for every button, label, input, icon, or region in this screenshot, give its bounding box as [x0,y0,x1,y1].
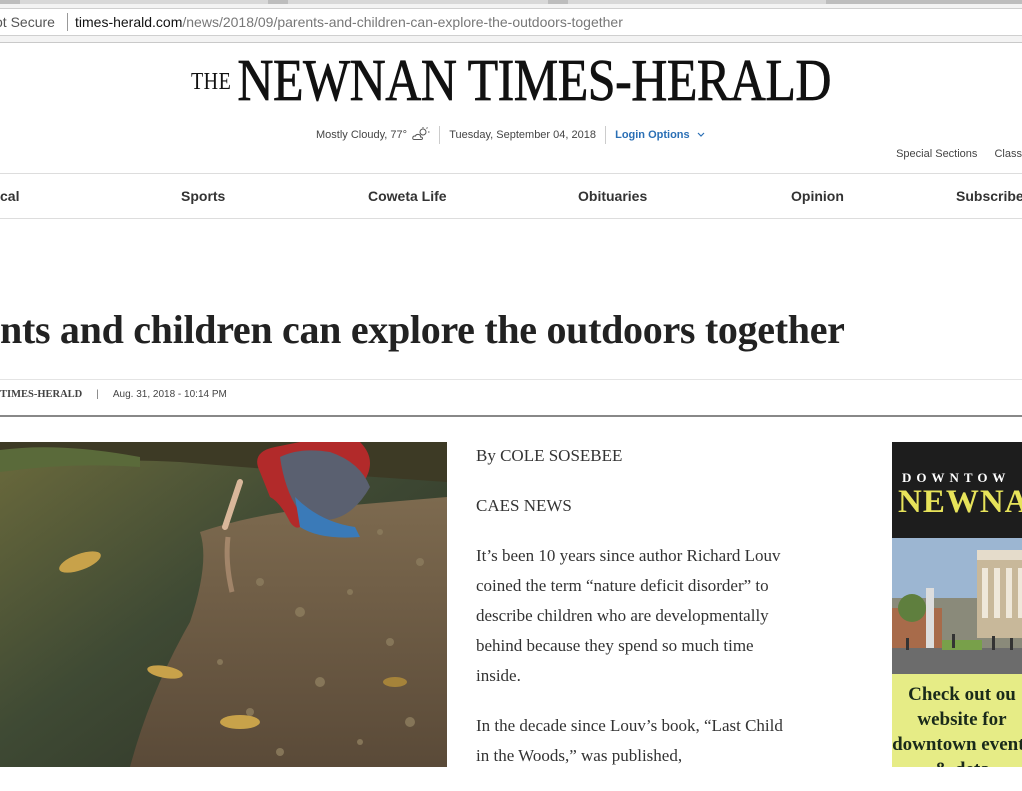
ad-title: NEWNA [898,484,1022,520]
security-indicator[interactable]: ot Secure [0,14,55,30]
url-text[interactable]: times-herald.com/news/2018/09/parents-an… [75,14,623,30]
info-divider [439,126,441,144]
nav-item-local[interactable]: cal [0,188,19,204]
logo-name: NEWNAN TIMES-HERALD [237,46,832,113]
nav-item-subscribe[interactable]: Subscribe [956,188,1022,204]
nav-item-opinion[interactable]: Opinion [791,188,844,204]
utility-links: Special Sections Class [882,148,1022,160]
article-dateline: CAES NEWS [476,496,572,515]
meta-separator: | [96,389,99,400]
tab-strip [0,0,1022,4]
main-nav: cal Sports Coweta Life Obituaries Opinio… [0,173,1022,219]
site-logo[interactable]: THE NEWNAN TIMES-HERALD [0,46,1022,114]
divider [0,379,1022,380]
current-date: Tuesday, September 04, 2018 [449,129,596,141]
browser-chrome: ot Secure times-herald.com/news/2018/09/… [0,0,1022,43]
article-timestamp: Aug. 31, 2018 - 10:14 PM [112,389,227,400]
address-bar[interactable]: ot Secure times-herald.com/news/2018/09/… [0,8,1022,36]
weather-text: Mostly Cloudy, 77° [316,129,408,141]
nav-item-sports[interactable]: Sports [181,188,225,204]
masthead: THE NEWNAN TIMES-HERALD Mostly Cloudy, 77… [0,42,1022,174]
url-path: /news/2018/09/parents-and-children-can-e… [182,14,623,30]
url-divider [67,13,68,31]
chevron-down-icon[interactable] [697,129,705,141]
info-divider [605,126,607,144]
downtown-newnan-ad[interactable]: DOWNTOW NEWNA Check out ou website for d… [892,442,1022,767]
article-meta: TIMES-HERALD | Aug. 31, 2018 - 10:14 PM [0,389,227,400]
article-paragraph: It’s been 10 years since author Richard … [476,546,781,685]
divider [0,415,1022,417]
partly-cloudy-icon [410,126,430,144]
special-sections-link[interactable]: Special Sections [896,148,977,160]
ad-photo [892,538,1022,674]
article-photo[interactable] [0,442,447,767]
article-source: TIMES-HERALD [0,389,83,400]
nav-item-coweta-life[interactable]: Coweta Life [368,188,447,204]
nav-item-obituaries[interactable]: Obituaries [578,188,647,204]
classifieds-link[interactable]: Class [994,148,1022,160]
article-author: By COLE SOSEBEE [476,446,623,465]
ad-text: Check out ou website for downtown events… [892,684,1022,767]
info-bar: Mostly Cloudy, 77° Tuesday, September 04… [316,126,705,146]
article-body: By COLE SOSEBEE CAES NEWS It’s been 10 y… [476,441,796,791]
ad-footer: Check out ou website for downtown events… [892,674,1022,767]
logo-prefix: THE [190,68,232,96]
ad-header: DOWNTOW NEWNA [892,442,1022,538]
url-host: times-herald.com [75,14,183,30]
login-options-link[interactable]: Login Options [615,129,690,141]
article-headline: nts and children can explore the outdoor… [0,307,845,352]
article-paragraph: In the decade since Louv’s book, “Last C… [476,716,783,765]
